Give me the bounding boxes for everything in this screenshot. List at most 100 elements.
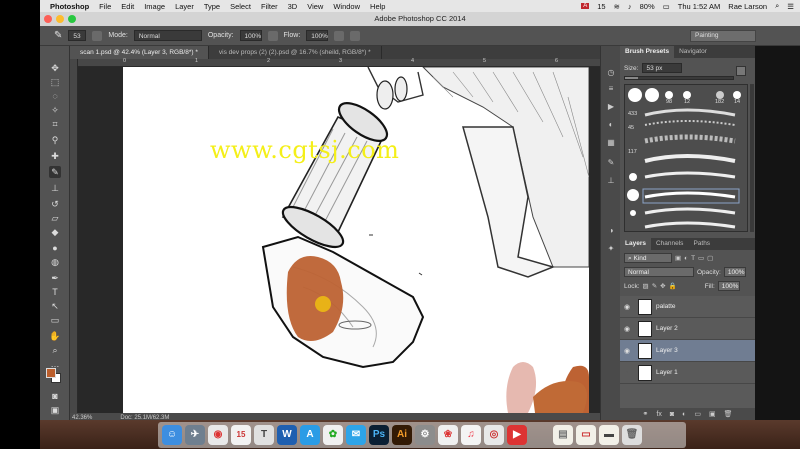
- brush-size-picker[interactable]: 53: [68, 30, 87, 41]
- menu-layer[interactable]: Layer: [175, 2, 194, 11]
- eyedropper-tool-icon[interactable]: ⚲: [49, 134, 61, 146]
- opacity-input[interactable]: 100%: [239, 30, 262, 41]
- brush-panel-toggle-icon[interactable]: [92, 30, 103, 41]
- finder-icon[interactable]: ☺: [162, 425, 182, 445]
- layer-blend-mode-select[interactable]: Normal: [624, 267, 694, 277]
- layer-row-layer-2[interactable]: ◉ Layer 2: [620, 318, 755, 340]
- facetime-icon[interactable]: ▶: [507, 425, 527, 445]
- hand-tool-icon[interactable]: ✋: [49, 330, 61, 342]
- filter-icons[interactable]: ▣◐T▭▢: [675, 254, 716, 262]
- layer-fill-input[interactable]: 100%: [717, 281, 740, 291]
- layer-name[interactable]: palatte: [656, 303, 676, 310]
- type-tool-icon[interactable]: T: [49, 286, 61, 298]
- menu-edit[interactable]: Edit: [121, 2, 134, 11]
- menu-filter[interactable]: Filter: [261, 2, 278, 11]
- tab-channels[interactable]: Channels: [651, 238, 688, 250]
- app-store-icon[interactable]: A: [300, 425, 320, 445]
- document-canvas[interactable]: [123, 67, 590, 413]
- eye-hidden-icon[interactable]: ▫: [620, 369, 634, 376]
- link-layers-icon[interactable]: ⚭: [643, 410, 649, 418]
- history-panel-icon[interactable]: ◷: [606, 68, 616, 78]
- tab-brush-presets[interactable]: Brush Presets: [620, 46, 675, 58]
- layer-name[interactable]: Layer 2: [656, 325, 678, 332]
- downloads-stack-icon[interactable]: ▭: [576, 425, 596, 445]
- foreground-color-swatch[interactable]: [46, 368, 56, 378]
- vertical-ruler[interactable]: [70, 59, 78, 413]
- brush-preset-list[interactable]: 98 12 182 14 433 45 117 19 10: [624, 84, 748, 232]
- menu-list-icon[interactable]: ☰: [787, 2, 794, 11]
- chrome-icon[interactable]: ◉: [208, 425, 228, 445]
- properties-panel-icon[interactable]: ≡: [606, 84, 616, 94]
- layer-thumbnail[interactable]: [638, 364, 652, 381]
- tab-paths[interactable]: Paths: [688, 238, 715, 250]
- menu-file[interactable]: File: [99, 2, 111, 11]
- rectangle-tool-icon[interactable]: ▭: [49, 314, 61, 326]
- user-name[interactable]: Rae Larson: [728, 2, 767, 11]
- quick-select-tool-icon[interactable]: ✧: [49, 104, 61, 116]
- styles-panel-icon[interactable]: ✦: [606, 244, 616, 254]
- lock-icons[interactable]: ▨✎✥🔒: [643, 282, 680, 290]
- dodge-tool-icon[interactable]: ◍: [49, 256, 61, 268]
- canvas-area[interactable]: [78, 67, 620, 413]
- path-selection-tool-icon[interactable]: ↖: [49, 300, 61, 312]
- layer-row-palatte[interactable]: ◉ palatte: [620, 296, 755, 318]
- search-icon[interactable]: ⌕: [775, 1, 779, 11]
- menu-app-name[interactable]: Photoshop: [50, 2, 89, 11]
- airbrush-icon[interactable]: [334, 30, 345, 41]
- adjustment-layer-icon[interactable]: ◐: [682, 411, 686, 418]
- add-mask-icon[interactable]: ◙: [670, 411, 674, 418]
- minimize-window-button[interactable]: [56, 15, 64, 23]
- photoshop-icon[interactable]: Ps: [369, 425, 389, 445]
- history-brush-tool-icon[interactable]: ↺: [49, 198, 61, 210]
- flow-input[interactable]: 100%: [306, 30, 329, 41]
- clock[interactable]: Thu 1:52 AM: [678, 2, 721, 11]
- itunes-icon[interactable]: ♫: [461, 425, 481, 445]
- eye-icon[interactable]: ◉: [620, 325, 634, 333]
- marquee-tool-icon[interactable]: ⬚: [49, 76, 61, 88]
- messages-icon[interactable]: ✉: [346, 425, 366, 445]
- system-preferences-icon[interactable]: ⚙: [415, 425, 435, 445]
- photo-booth-icon[interactable]: ◎: [484, 425, 504, 445]
- adjustments-panel-icon[interactable]: ◑: [606, 226, 616, 236]
- tab-layers[interactable]: Layers: [620, 238, 651, 250]
- menu-select[interactable]: Select: [230, 2, 251, 11]
- wifi-icon[interactable]: ≋: [614, 2, 620, 11]
- new-group-icon[interactable]: ▭: [694, 410, 701, 418]
- opacity-pressure-icon[interactable]: [267, 30, 278, 41]
- workspace-select[interactable]: Painting: [690, 30, 756, 42]
- layer-opacity-input[interactable]: 100%: [723, 267, 746, 277]
- eye-icon[interactable]: ◉: [620, 347, 634, 355]
- colorsync-icon[interactable]: ❀: [438, 425, 458, 445]
- menu-image[interactable]: Image: [144, 2, 165, 11]
- clone-source-panel-icon[interactable]: ⊥: [606, 176, 616, 186]
- layer-filter-select[interactable]: ⌕ Kind: [624, 253, 672, 263]
- horizontal-ruler[interactable]: 0 1 2 3 4 5 6: [78, 58, 620, 67]
- quick-mask-icon[interactable]: ◙: [49, 390, 61, 402]
- screenshots-stack-icon[interactable]: ▬: [599, 425, 619, 445]
- photos-icon[interactable]: ✿: [323, 425, 343, 445]
- screen-mode-icon[interactable]: ▣: [49, 404, 61, 416]
- brush-tool-preset-icon[interactable]: ✎: [54, 30, 62, 41]
- eye-icon[interactable]: ◉: [620, 303, 634, 311]
- brush-panel-icon[interactable]: ✎: [606, 158, 616, 168]
- clone-stamp-tool-icon[interactable]: ⊥: [49, 182, 61, 194]
- move-tool-icon[interactable]: ✥: [49, 62, 61, 74]
- calendar-icon[interactable]: 15: [231, 425, 251, 445]
- volume-icon[interactable]: ♪: [628, 2, 632, 11]
- adobe-status-icon[interactable]: A: [581, 3, 590, 9]
- tab-navigator[interactable]: Navigator: [674, 46, 712, 58]
- layer-thumbnail[interactable]: [638, 320, 652, 337]
- zoom-window-button[interactable]: [68, 15, 76, 23]
- layer-name[interactable]: Layer 3: [656, 347, 678, 354]
- menu-view[interactable]: View: [307, 2, 323, 11]
- layer-name[interactable]: Layer 1: [656, 369, 678, 376]
- trash-icon[interactable]: 🗑: [622, 425, 642, 445]
- brush-list-scrollbar[interactable]: [750, 84, 754, 232]
- layer-row-layer-3[interactable]: ◉ Layer 3: [620, 340, 755, 362]
- layer-thumbnail[interactable]: [638, 298, 652, 315]
- crop-tool-icon[interactable]: ⌗: [49, 118, 61, 130]
- new-layer-icon[interactable]: ▣: [709, 410, 716, 418]
- tab-vis-dev-props[interactable]: vis dev props (2) (2).psd @ 16.7% (sheil…: [209, 46, 382, 59]
- paint-bucket-tool-icon[interactable]: ◆: [49, 226, 61, 238]
- new-preset-icon[interactable]: [736, 66, 746, 76]
